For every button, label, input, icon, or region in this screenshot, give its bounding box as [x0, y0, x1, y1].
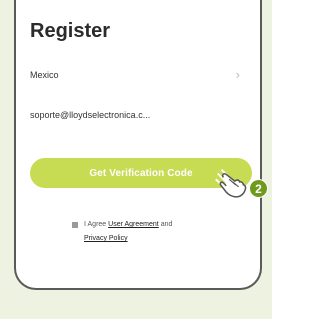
- email-field[interactable]: soporte@lloydselectronica.c...: [30, 110, 244, 126]
- country-selector[interactable]: Mexico ›: [30, 67, 244, 86]
- pointing-hand-icon: [215, 169, 247, 198]
- user-agreement-link[interactable]: User Agreement: [108, 221, 159, 228]
- agree-checkbox[interactable]: [72, 222, 78, 228]
- email-value: soporte@lloydselectronica.c...: [30, 110, 151, 120]
- agree-prefix: I Agree: [84, 221, 107, 228]
- agreement-row: I Agree User Agreement and Privacy Polic…: [72, 218, 234, 246]
- step-badge: 2: [249, 179, 268, 198]
- chevron-right-icon: ›: [235, 67, 240, 82]
- phone-screen: [14, 0, 262, 290]
- agreement-text: I Agree User Agreement and Privacy Polic…: [84, 218, 234, 246]
- and-text: and: [160, 221, 173, 228]
- country-value: Mexico: [30, 70, 59, 80]
- privacy-policy-link[interactable]: Privacy Policy: [84, 235, 128, 242]
- page-title: Register: [30, 20, 111, 42]
